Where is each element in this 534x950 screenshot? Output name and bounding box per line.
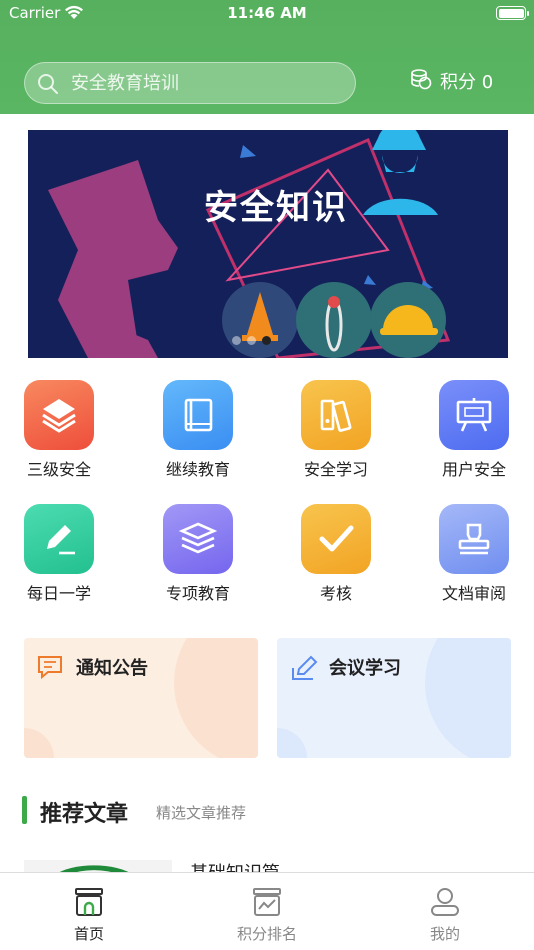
edit-icon (289, 654, 319, 686)
carousel-dot-active[interactable] (262, 336, 271, 345)
grid-label: 每日一学 (26, 584, 91, 603)
grid-label: 专项教育 (165, 584, 230, 603)
stack-icon (163, 504, 233, 574)
search-box[interactable] (24, 62, 356, 104)
grid-item-user-safety[interactable]: 用户安全 (424, 380, 524, 480)
message-icon (36, 654, 64, 684)
grid-label: 三级安全 (26, 460, 91, 479)
grid-item-special-education[interactable]: 专项教育 (148, 504, 248, 604)
meeting-study-card[interactable]: 会议学习 (277, 638, 511, 758)
banner-artwork (28, 130, 508, 358)
section-subtitle: 精选文章推荐 (156, 804, 247, 822)
grid-label: 用户安全 (441, 460, 506, 479)
carousel-dots (232, 336, 271, 345)
carousel-dot[interactable] (232, 336, 241, 345)
points-label: 积分 0 (440, 72, 494, 93)
profile-icon (429, 888, 461, 921)
tab-label: 首页 (73, 925, 104, 943)
card-title: 会议学习 (329, 658, 401, 679)
pencil-icon (24, 504, 94, 574)
tab-label: 积分排名 (236, 925, 297, 943)
tab-profile[interactable]: 我的 (385, 887, 505, 944)
card-title: 通知公告 (76, 658, 148, 679)
home-icon (73, 888, 105, 921)
tab-ranking[interactable]: 积分排名 (207, 887, 327, 944)
grid-item-safety-study[interactable]: 安全学习 (286, 380, 386, 480)
carousel-dot[interactable] (247, 336, 256, 345)
grid-label: 继续教育 (165, 460, 230, 479)
clock: 11:46 AM (227, 4, 307, 22)
ranking-icon (251, 888, 283, 921)
section-accent-bar (22, 796, 27, 824)
section-title: 推荐文章 (40, 802, 129, 827)
banner-title: 安全知识 (204, 188, 348, 228)
tab-bar: 首页 积分排名 我的 (0, 872, 534, 950)
grid-label: 文档审阅 (441, 584, 506, 603)
grid-item-daily-study[interactable]: 每日一学 (9, 504, 109, 604)
header: Carrier 11:46 AM 安全教育培训 积分 0 (0, 0, 534, 114)
presentation-board-icon (439, 380, 509, 450)
stamp-icon (439, 504, 509, 574)
status-bar: Carrier 11:46 AM (0, 0, 534, 28)
tab-label: 我的 (429, 925, 460, 943)
battery-icon (496, 6, 529, 20)
coins-icon (410, 68, 432, 94)
search-icon (37, 73, 59, 99)
tab-home[interactable]: 首页 (29, 887, 149, 944)
points-display[interactable]: 积分 0 (410, 68, 493, 94)
grid-label: 安全学习 (303, 460, 368, 479)
checkmark-icon (301, 504, 371, 574)
grid-item-document-review[interactable]: 文档审阅 (424, 504, 524, 604)
banner-carousel[interactable] (28, 130, 508, 358)
binders-icon (301, 380, 371, 450)
grid-item-three-level-safety[interactable]: 三级安全 (9, 380, 109, 480)
grid-label: 考核 (319, 584, 352, 603)
grid-item-continuing-education[interactable]: 继续教育 (148, 380, 248, 480)
grid-item-assessment[interactable]: 考核 (286, 504, 386, 604)
book-icon (163, 380, 233, 450)
search-input[interactable] (71, 63, 341, 103)
layers-icon (24, 380, 94, 450)
notice-card[interactable]: 通知公告 (24, 638, 258, 758)
